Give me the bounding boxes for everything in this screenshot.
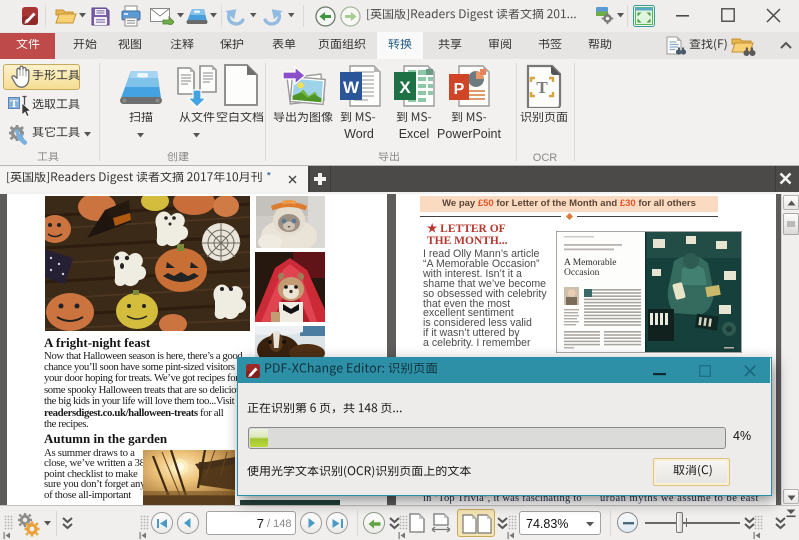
svg-text:Occasion: Occasion [564,268,600,278]
svg-text:P: P [454,81,465,98]
svg-text:T: T [10,98,18,110]
svg-text:T: T [536,78,548,97]
svg-text:X: X [399,78,411,97]
svg-text:W: W [343,78,360,97]
svg-text:A Memorable: A Memorable [564,258,617,268]
